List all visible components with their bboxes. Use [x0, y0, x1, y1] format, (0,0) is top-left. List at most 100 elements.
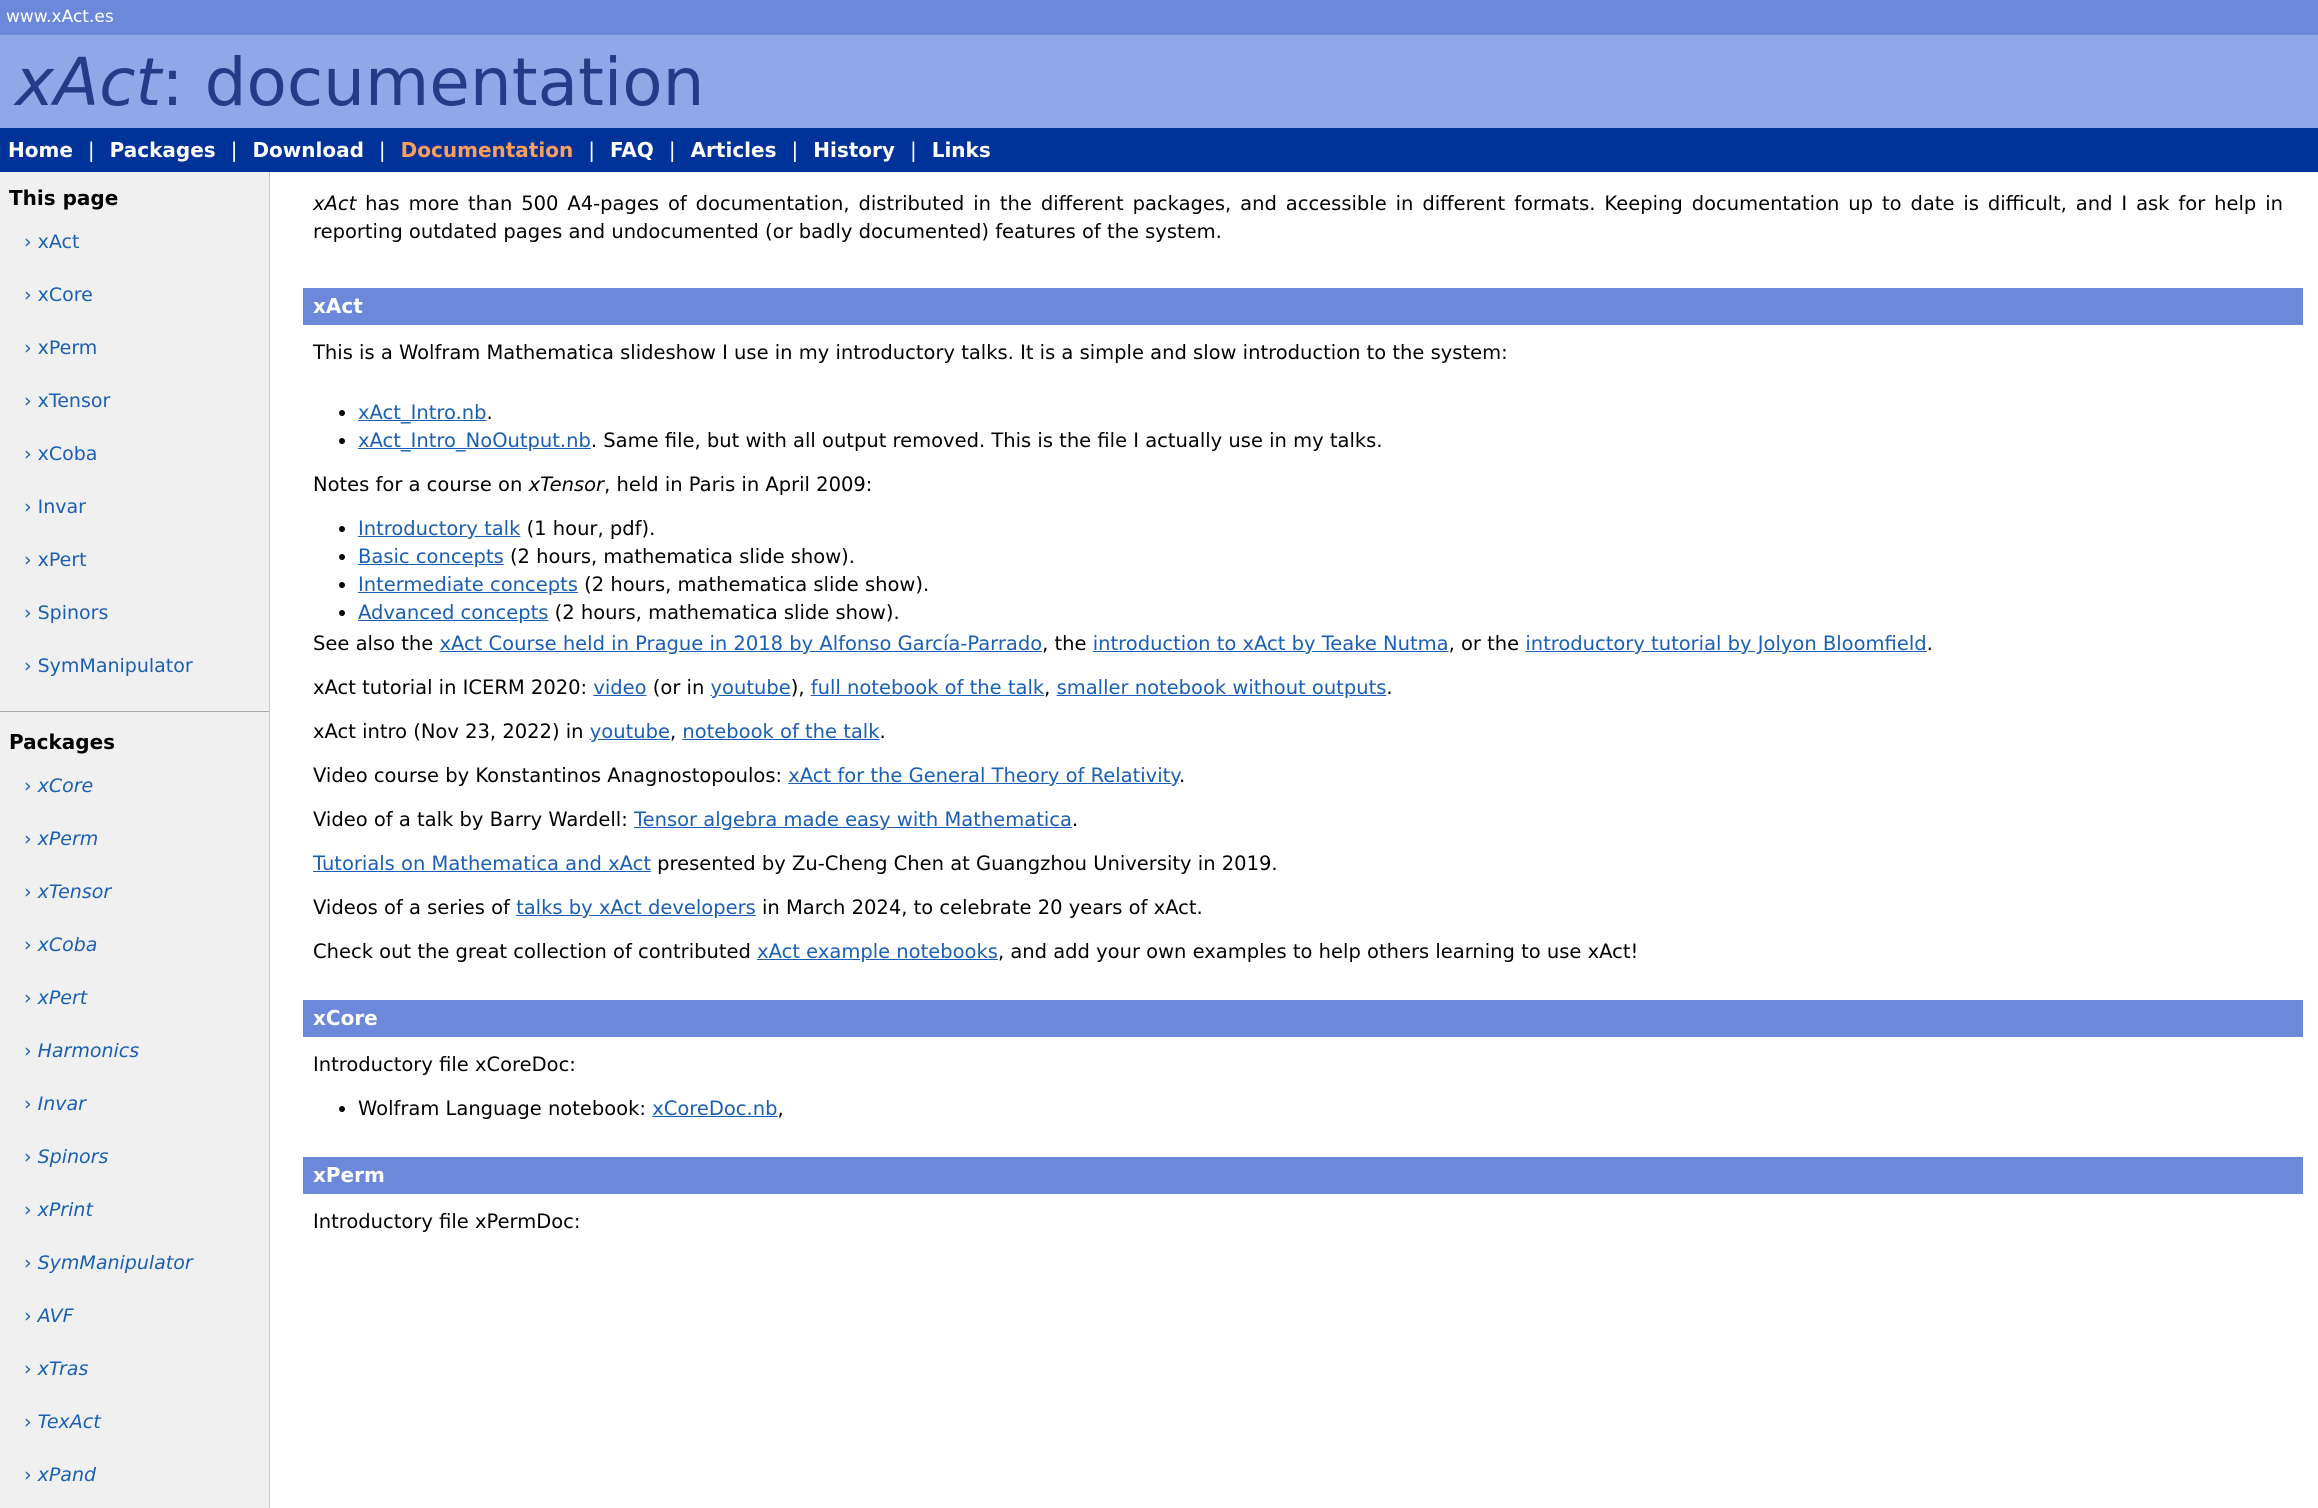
intro-2022-notebook-link[interactable]: notebook of the talk [682, 720, 879, 743]
nav-history[interactable]: History [813, 138, 895, 162]
package-link-xcoba[interactable]: xCoba [38, 934, 98, 956]
tensor-algebra-link[interactable]: Tensor algebra made easy with Mathematic… [634, 808, 1072, 831]
nav-separator: | [909, 138, 917, 162]
icerm-video-link[interactable]: video [593, 676, 646, 699]
nav-download[interactable]: Download [252, 138, 363, 162]
text: Video of a talk by Barry Wardell: [313, 808, 634, 831]
course-paragraph: Notes for a course on xTensor, held in P… [313, 471, 2293, 499]
introductory-talk-link[interactable]: Introductory talk [358, 517, 520, 540]
sidebar: This page › xAct › xCore › xPerm › xTensor ›… [0, 172, 270, 1508]
sidebar-link-xcoba[interactable]: xCoba [38, 443, 98, 465]
chevron-right-icon: › [24, 231, 32, 253]
chevron-right-icon: › [24, 1305, 32, 1327]
course-list: Introductory talk (1 hour, pdf). Basic c… [303, 515, 2303, 627]
package-item-spinors: › Spinors [0, 1131, 269, 1184]
package-item-xtensor: › xTensor [0, 866, 269, 919]
sidebar-link-xcore[interactable]: xCore [38, 284, 93, 306]
text: xAct intro (Nov 23, 2022) in [313, 720, 590, 743]
chevron-right-icon: › [24, 549, 32, 571]
package-link-harmonics[interactable]: Harmonics [38, 1040, 140, 1062]
chevron-right-icon: › [24, 1146, 32, 1168]
intermediate-concepts-link[interactable]: Intermediate concepts [358, 573, 578, 596]
list-item: Introductory talk (1 hour, pdf). [358, 515, 2303, 543]
package-link-xtensor[interactable]: xTensor [38, 881, 112, 903]
package-link-invar[interactable]: Invar [38, 1093, 86, 1115]
xact-intro-nooutput-link[interactable]: xAct_Intro_NoOutput.nb [358, 429, 591, 452]
list-item-text: (2 hours, mathematica slide show). [577, 573, 930, 596]
package-item-xcoba: › xCoba [0, 919, 269, 972]
intro-paragraph: xAct has more than 500 A4-pages of docum… [313, 190, 2293, 246]
icerm-full-notebook-link[interactable]: full notebook of the talk [811, 676, 1044, 699]
sidebar-link-xact[interactable]: xAct [38, 231, 80, 253]
text: , or the [1448, 632, 1526, 655]
gr-video-course-link[interactable]: xAct for the General Theory of Relativit… [788, 764, 1179, 787]
sidebar-link-xperm[interactable]: xPerm [38, 337, 98, 359]
package-item-xprint: › xPrint [0, 1184, 269, 1237]
xperm-intro: Introductory file xPermDoc: [313, 1210, 581, 1233]
text: Check out the great collection of contri… [313, 940, 758, 963]
main-nav: Home | Packages | Download | Documentati… [0, 128, 2318, 172]
nav-packages[interactable]: Packages [110, 138, 216, 162]
package-link-xprint[interactable]: xPrint [38, 1199, 93, 1221]
list-item: Wolfram Language notebook: xCoreDoc.nb, [358, 1095, 2303, 1123]
list-item: xAct_Intro_NoOutput.nb. Same file, but w… [358, 427, 2303, 455]
nav-articles[interactable]: Articles [691, 138, 777, 162]
prague-course-link[interactable]: xAct Course held in Prague in 2018 by Al… [439, 632, 1042, 655]
developer-talks-link[interactable]: talks by xAct developers [516, 896, 756, 919]
icerm-small-notebook-link[interactable]: smaller notebook without outputs [1057, 676, 1387, 699]
package-link-texact[interactable]: TexAct [38, 1411, 101, 1433]
nav-documentation[interactable]: Documentation [401, 138, 574, 162]
example-notebooks-link[interactable]: xAct example notebooks [757, 940, 998, 963]
text: (or in [646, 676, 711, 699]
package-link-xperm[interactable]: xPerm [38, 828, 99, 850]
slideshow-list: xAct_Intro.nb. xAct_Intro_NoOutput.nb. S… [303, 399, 2303, 455]
xcoredoc-link[interactable]: xCoreDoc.nb [652, 1097, 777, 1120]
package-link-symmanipulator[interactable]: SymManipulator [38, 1252, 193, 1274]
advanced-concepts-link[interactable]: Advanced concepts [358, 601, 548, 624]
course-text: Notes for a course on [313, 473, 529, 496]
basic-concepts-link[interactable]: Basic concepts [358, 545, 504, 568]
section-header-xperm: xPerm [303, 1157, 2303, 1194]
bloomfield-tutorial-link[interactable]: introductory tutorial by Jolyon Bloomfie… [1525, 632, 1926, 655]
nav-faq[interactable]: FAQ [610, 138, 654, 162]
chevron-right-icon: › [24, 284, 32, 306]
package-link-xcore[interactable]: xCore [38, 775, 94, 797]
package-link-xtras[interactable]: xTras [38, 1358, 89, 1380]
text: . [1926, 632, 1933, 655]
text: xAct tutorial in ICERM 2020: [313, 676, 594, 699]
nav-separator: | [588, 138, 595, 162]
text: Video course by Konstantinos Anagnostopo… [313, 764, 789, 787]
nutma-intro-link[interactable]: introduction to xAct by Teake Nutma [1093, 632, 1449, 655]
sidebar-link-invar[interactable]: Invar [38, 496, 86, 518]
page-title-brand: xAct [15, 44, 162, 121]
talks-2024-paragraph: Videos of a series of talks by xAct deve… [313, 894, 2293, 922]
package-link-xpand[interactable]: xPand [38, 1464, 96, 1486]
course-text: , held in Paris in April 2009: [604, 473, 873, 496]
package-link-spinors[interactable]: Spinors [38, 1146, 109, 1168]
text: . [1386, 676, 1393, 699]
list-item-text: , [777, 1097, 784, 1120]
xcore-list: Wolfram Language notebook: xCoreDoc.nb, [303, 1095, 2303, 1123]
sidebar-link-spinors[interactable]: Spinors [38, 602, 109, 624]
icerm-youtube-link[interactable]: youtube [711, 676, 791, 699]
sidebar-link-xtensor[interactable]: xTensor [38, 390, 111, 412]
sidebar-item-xperm: › xPerm [0, 322, 269, 375]
nav-separator: | [87, 138, 95, 162]
package-link-xpert[interactable]: xPert [38, 987, 88, 1009]
sidebar-link-symmanipulator[interactable]: SymManipulator [38, 655, 193, 677]
chevron-right-icon: › [24, 987, 32, 1009]
xcore-intro: Introductory file xCoreDoc: [313, 1053, 576, 1076]
site-url: www.xAct.es [6, 7, 114, 27]
mathematica-tutorials-link[interactable]: Tutorials on Mathematica and xAct [313, 852, 651, 875]
examples-paragraph: Check out the great collection of contri… [313, 938, 2293, 966]
this-page-list: › xAct › xCore › xPerm › xTensor › xCoba › Inv… [0, 216, 269, 693]
sidebar-link-xpert[interactable]: xPert [38, 549, 87, 571]
text: . [1071, 808, 1079, 831]
chevron-right-icon: › [24, 1464, 32, 1486]
nav-home[interactable]: Home [8, 138, 73, 162]
xact-intro-link[interactable]: xAct_Intro.nb [358, 401, 487, 424]
package-link-avf[interactable]: AVF [38, 1305, 74, 1327]
course-package: xTensor [528, 473, 605, 496]
nav-links[interactable]: Links [932, 138, 991, 162]
intro-2022-youtube-link[interactable]: youtube [590, 720, 670, 743]
